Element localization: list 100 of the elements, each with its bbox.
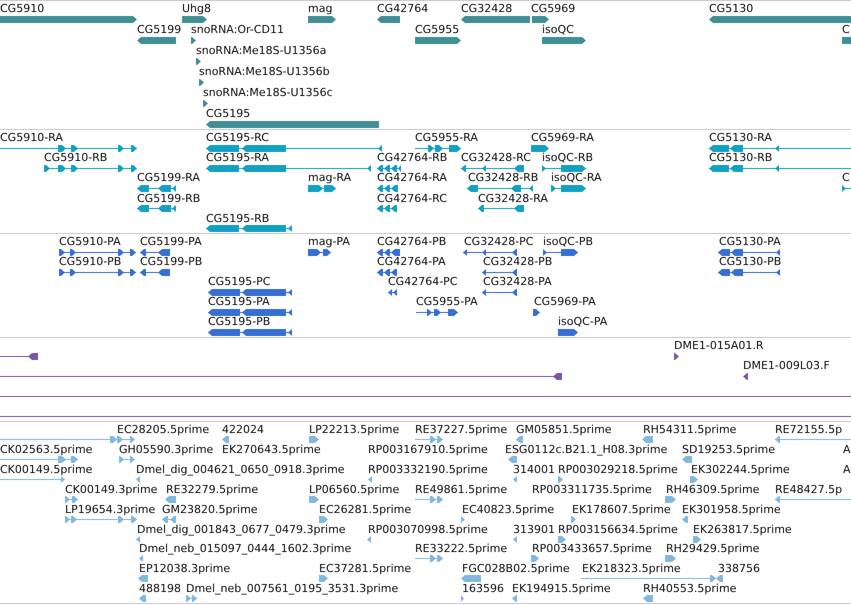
- est-label: EK301958.5prime: [682, 502, 781, 516]
- clone-label: DME1-015A01.R: [674, 339, 764, 352]
- est-label: EC40823.5prime: [462, 502, 554, 516]
- est-label: RE33222.5prime: [415, 542, 508, 556]
- est-label: Dmel_neb_015097_0444_1602.3prime: [139, 542, 352, 556]
- gene-label: snoRNA:Me18S-U1356b: [199, 65, 330, 78]
- est-label: RH29429.5prime: [666, 542, 760, 556]
- protein-label: CG32428-PB: [483, 255, 552, 268]
- transcript-label: CG5195-RC: [206, 131, 269, 144]
- protein-label: CG5969-PA: [534, 295, 596, 308]
- est-label: Dmel_neb_007561_0195_3531.3prime: [186, 582, 398, 596]
- transcript-label: mag-RA: [308, 171, 352, 184]
- est-label: RE37227.5prime: [415, 423, 508, 436]
- est-label: EK194915.5prime: [512, 582, 611, 596]
- est-label: RP003433657.5prime: [532, 542, 652, 556]
- est-label: LP19654.3prime: [65, 502, 156, 516]
- protein-label: CG5130-PA: [719, 235, 781, 248]
- transcript-label: CG42764-RA: [377, 171, 447, 184]
- est-label: RP003070998.5prime: [368, 522, 488, 536]
- est-label: RH40553.5prime: [643, 582, 736, 596]
- transcript-label: CG5199-RA: [137, 171, 200, 184]
- gene-label: snoRNA:Me18S-U1356a: [196, 44, 326, 57]
- transcript-label: CG42764-RB: [377, 151, 448, 164]
- protein-label: CG5195-PA: [208, 295, 270, 308]
- est-label: FGC028B02.5prime: [462, 562, 570, 576]
- est-label: CK02563.5prime: [0, 442, 92, 456]
- transcript-label: CG5130-RA: [709, 131, 772, 144]
- transcript-label: CG32428-RA: [478, 192, 548, 205]
- transcript-label: CG5195-RA: [206, 151, 269, 164]
- est-label: RP003311735.5prime: [532, 482, 652, 496]
- est-label: EK302244.5prime: [691, 462, 790, 476]
- gene-label: CG5955: [415, 23, 460, 36]
- transcript-label: CG32428-RC: [461, 151, 531, 164]
- protein-label: CG5199-PA: [140, 235, 202, 248]
- est-label: EC26281.5prime: [319, 502, 412, 516]
- gene-label: snoRNA:Or-CD11: [191, 23, 284, 36]
- est-label: ESG0112c.B21.1_H08.3prime: [505, 442, 668, 456]
- gene-label: CG5969: [531, 2, 576, 15]
- transcript-label: CG5195-RB: [206, 212, 270, 225]
- protein-label: CG5199-PB: [140, 255, 202, 268]
- protein-label: CG5130-PB: [719, 255, 782, 268]
- est-label: RH46309.5prime: [666, 482, 760, 496]
- protein-label: CG42764-PB: [377, 235, 446, 248]
- transcript-label: CG5969-RA: [531, 131, 594, 144]
- est-label: RE32279.5prime: [166, 482, 258, 496]
- est-label: EK178607.5prime: [572, 502, 671, 516]
- protein-label: CG5910-PA: [59, 235, 121, 248]
- est-label: LP22213.5prime: [309, 423, 400, 436]
- est-label: A: [843, 462, 851, 476]
- est-label: 338756: [718, 562, 760, 576]
- protein-label: CG5910-PB: [59, 255, 122, 268]
- protein-label: isoQC-PB: [543, 235, 594, 248]
- gene-label: CG5910: [0, 2, 44, 15]
- transcript-label: CG5955-RA: [415, 131, 478, 144]
- est-label: CK00149.3prime: [65, 482, 158, 496]
- protein-label: CG32428-PA: [483, 275, 552, 288]
- gene-label: CG5199: [137, 23, 182, 36]
- protein-label: CG5955-PA: [416, 295, 478, 308]
- est-label: EC37281.5prime: [319, 562, 412, 576]
- est-label: CK00149.5prime: [0, 462, 92, 476]
- clone-label: DME1-009L03.F: [743, 359, 830, 372]
- gene-label: C: [842, 23, 850, 36]
- est-label: RE49861.5prime: [415, 482, 508, 496]
- protein-label: isoQC-PA: [558, 315, 608, 328]
- transcript-label: CG32428-RB: [468, 171, 538, 184]
- gene-label: snoRNA:Me18S-U1356c: [203, 86, 333, 99]
- est-label: GM23820.5prime: [162, 502, 258, 516]
- protein-label: CG42764-PA: [377, 255, 446, 268]
- est-label: EK270643.5prime: [222, 442, 321, 456]
- est-label: Dmel_dig_004621_0650_0918.3prime: [136, 462, 345, 476]
- est-label: LP06560.5prime: [309, 482, 400, 496]
- transcript-label: CG5199-RB: [137, 192, 200, 205]
- est-label: EC28205.5prime: [117, 423, 210, 436]
- transcript-label: CG5130-RB: [709, 151, 772, 164]
- transcript-label: CG5910-RB: [44, 151, 108, 164]
- est-label: RP003332190.5prime: [368, 462, 488, 476]
- gene-label: CG5130: [709, 2, 754, 15]
- transcript-label: isoQC-RB: [542, 151, 594, 164]
- transcript-label: CG42764-RC: [377, 192, 447, 205]
- est-label: GM05851.5prime: [516, 423, 612, 436]
- est-label: EK218323.5prime: [582, 562, 681, 576]
- est-label: EP12038.3prime: [139, 562, 230, 576]
- gene-label: CG5195: [206, 107, 250, 120]
- transcript-label: CG5910-RA: [0, 131, 63, 144]
- est-label: GH05590.3prime: [119, 442, 214, 456]
- protein-label: CG5195-PC: [208, 275, 270, 288]
- est-label: RP003156634.5prime: [558, 522, 678, 536]
- est-label: EK263817.5prime: [693, 522, 792, 536]
- gene-label: isoQC: [542, 23, 574, 36]
- transcript-label: C: [842, 171, 850, 184]
- est-label: 163596: [462, 582, 504, 596]
- est-label: A: [843, 442, 851, 456]
- est-label: RH54311.5prime: [643, 423, 736, 436]
- est-label: SD19253.5prime: [682, 442, 775, 456]
- est-label: RE72155.5p: [775, 423, 842, 436]
- protein-label: CG32428-PC: [464, 235, 534, 248]
- gene-label: mag: [308, 2, 332, 15]
- protein-label: CG42764-PC: [388, 275, 458, 288]
- protein-label: CG5195-PB: [208, 315, 270, 328]
- est-label: Dmel_dig_001843_0677_0479.3prime: [137, 522, 346, 536]
